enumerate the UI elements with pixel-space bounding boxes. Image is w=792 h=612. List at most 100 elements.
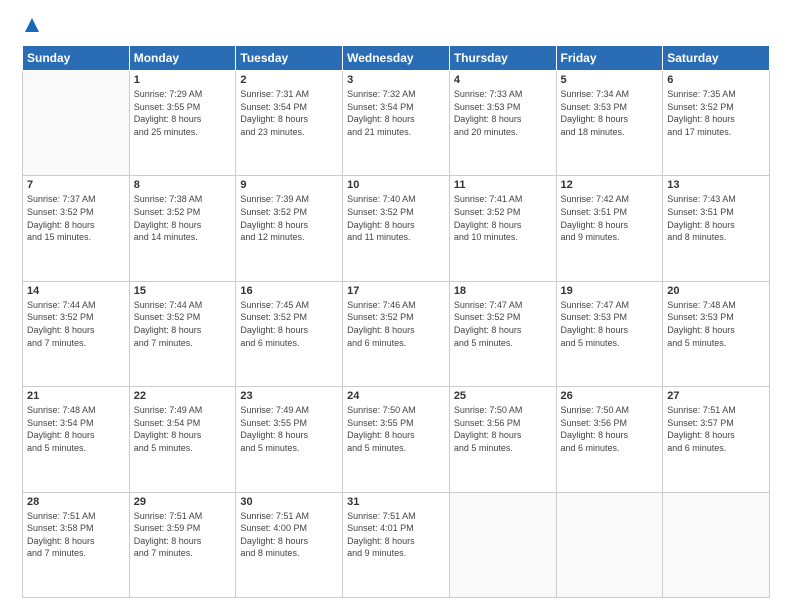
day-number: 2 — [240, 74, 338, 86]
day-number: 6 — [667, 74, 765, 86]
day-number: 14 — [27, 285, 125, 297]
day-number: 17 — [347, 285, 445, 297]
day-info: Sunrise: 7:47 AM Sunset: 3:53 PM Dayligh… — [561, 299, 659, 349]
day-number: 21 — [27, 390, 125, 402]
day-number: 9 — [240, 179, 338, 191]
calendar-week-row: 28 Sunrise: 7:51 AM Sunset: 3:58 PM Dayli… — [23, 492, 770, 597]
calendar-cell: 11 Sunrise: 7:41 AM Sunset: 3:52 PM Dayli… — [449, 176, 556, 281]
calendar-cell: 21 Sunrise: 7:48 AM Sunset: 3:54 PM Dayli… — [23, 387, 130, 492]
calendar-cell: 29 Sunrise: 7:51 AM Sunset: 3:59 PM Dayli… — [129, 492, 236, 597]
day-number: 25 — [454, 390, 552, 402]
day-info: Sunrise: 7:51 AM Sunset: 4:01 PM Dayligh… — [347, 510, 445, 560]
calendar-cell: 31 Sunrise: 7:51 AM Sunset: 4:01 PM Dayli… — [343, 492, 450, 597]
day-number: 29 — [134, 496, 232, 508]
calendar-cell: 20Sunrise: 7:48 AM Sunset: 3:53 PM Dayli… — [663, 281, 770, 386]
calendar-week-row: 21 Sunrise: 7:48 AM Sunset: 3:54 PM Dayli… — [23, 387, 770, 492]
calendar-cell: 7Sunrise: 7:37 AM Sunset: 3:52 PM Daylig… — [23, 176, 130, 281]
day-number: 30 — [240, 496, 338, 508]
day-info: Sunrise: 7:48 AM Sunset: 3:53 PM Dayligh… — [667, 299, 765, 349]
calendar-cell: 27 Sunrise: 7:51 AM Sunset: 3:57 PM Dayli… — [663, 387, 770, 492]
calendar-cell — [556, 492, 663, 597]
day-info: Sunrise: 7:50 AM Sunset: 3:56 PM Dayligh… — [561, 404, 659, 454]
logo-icon — [25, 18, 39, 32]
day-number: 5 — [561, 74, 659, 86]
day-info: Sunrise: 7:49 AM Sunset: 3:55 PM Dayligh… — [240, 404, 338, 454]
weekday-header-saturday: Saturday — [663, 46, 770, 71]
day-number: 1 — [134, 74, 232, 86]
day-number: 15 — [134, 285, 232, 297]
calendar-cell — [449, 492, 556, 597]
calendar: SundayMondayTuesdayWednesdayThursdayFrid… — [22, 45, 770, 598]
calendar-cell: 16 Sunrise: 7:45 AM Sunset: 3:52 PM Dayli… — [236, 281, 343, 386]
day-number: 3 — [347, 74, 445, 86]
calendar-cell: 2 Sunrise: 7:31 AM Sunset: 3:54 PM Daylig… — [236, 71, 343, 176]
day-info: Sunrise: 7:29 AM Sunset: 3:55 PM Dayligh… — [134, 88, 232, 138]
day-info: Sunrise: 7:35 AM Sunset: 3:52 PM Dayligh… — [667, 88, 765, 138]
day-info: Sunrise: 7:42 AM Sunset: 3:51 PM Dayligh… — [561, 193, 659, 243]
calendar-cell: 19 Sunrise: 7:47 AM Sunset: 3:53 PM Dayli… — [556, 281, 663, 386]
weekday-header-friday: Friday — [556, 46, 663, 71]
day-info: Sunrise: 7:44 AM Sunset: 3:52 PM Dayligh… — [27, 299, 125, 349]
day-info: Sunrise: 7:33 AM Sunset: 3:53 PM Dayligh… — [454, 88, 552, 138]
day-number: 16 — [240, 285, 338, 297]
day-info: Sunrise: 7:50 AM Sunset: 3:55 PM Dayligh… — [347, 404, 445, 454]
day-info: Sunrise: 7:32 AM Sunset: 3:54 PM Dayligh… — [347, 88, 445, 138]
weekday-header-sunday: Sunday — [23, 46, 130, 71]
calendar-cell: 1 Sunrise: 7:29 AM Sunset: 3:55 PM Daylig… — [129, 71, 236, 176]
day-number: 4 — [454, 74, 552, 86]
weekday-header-tuesday: Tuesday — [236, 46, 343, 71]
day-info: Sunrise: 7:47 AM Sunset: 3:52 PM Dayligh… — [454, 299, 552, 349]
day-number: 28 — [27, 496, 125, 508]
calendar-cell: 15Sunrise: 7:44 AM Sunset: 3:52 PM Dayli… — [129, 281, 236, 386]
day-info: Sunrise: 7:51 AM Sunset: 3:58 PM Dayligh… — [27, 510, 125, 560]
calendar-cell: 3 Sunrise: 7:32 AM Sunset: 3:54 PM Daylig… — [343, 71, 450, 176]
calendar-cell: 14 Sunrise: 7:44 AM Sunset: 3:52 PM Dayli… — [23, 281, 130, 386]
day-info: Sunrise: 7:41 AM Sunset: 3:52 PM Dayligh… — [454, 193, 552, 243]
calendar-cell: 9 Sunrise: 7:39 AM Sunset: 3:52 PM Daylig… — [236, 176, 343, 281]
day-info: Sunrise: 7:48 AM Sunset: 3:54 PM Dayligh… — [27, 404, 125, 454]
calendar-cell — [663, 492, 770, 597]
day-number: 11 — [454, 179, 552, 191]
calendar-cell: 13Sunrise: 7:43 AM Sunset: 3:51 PM Dayli… — [663, 176, 770, 281]
calendar-cell: 8 Sunrise: 7:38 AM Sunset: 3:52 PM Daylig… — [129, 176, 236, 281]
calendar-cell: 30 Sunrise: 7:51 AM Sunset: 4:00 PM Dayli… — [236, 492, 343, 597]
calendar-cell: 22 Sunrise: 7:49 AM Sunset: 3:54 PM Dayli… — [129, 387, 236, 492]
day-number: 27 — [667, 390, 765, 402]
calendar-cell: 6 Sunrise: 7:35 AM Sunset: 3:52 PM Daylig… — [663, 71, 770, 176]
day-info: Sunrise: 7:49 AM Sunset: 3:54 PM Dayligh… — [134, 404, 232, 454]
day-info: Sunrise: 7:38 AM Sunset: 3:52 PM Dayligh… — [134, 193, 232, 243]
page: SundayMondayTuesdayWednesdayThursdayFrid… — [0, 0, 792, 612]
day-info: Sunrise: 7:51 AM Sunset: 3:59 PM Dayligh… — [134, 510, 232, 560]
calendar-week-row: 14 Sunrise: 7:44 AM Sunset: 3:52 PM Dayli… — [23, 281, 770, 386]
calendar-cell: 25Sunrise: 7:50 AM Sunset: 3:56 PM Dayli… — [449, 387, 556, 492]
calendar-cell: 4 Sunrise: 7:33 AM Sunset: 3:53 PM Daylig… — [449, 71, 556, 176]
day-info: Sunrise: 7:51 AM Sunset: 4:00 PM Dayligh… — [240, 510, 338, 560]
day-number: 22 — [134, 390, 232, 402]
header — [22, 18, 770, 35]
day-number: 26 — [561, 390, 659, 402]
weekday-header-thursday: Thursday — [449, 46, 556, 71]
day-info: Sunrise: 7:51 AM Sunset: 3:57 PM Dayligh… — [667, 404, 765, 454]
calendar-cell: 12 Sunrise: 7:42 AM Sunset: 3:51 PM Dayli… — [556, 176, 663, 281]
calendar-cell: 5 Sunrise: 7:34 AM Sunset: 3:53 PM Daylig… — [556, 71, 663, 176]
day-number: 19 — [561, 285, 659, 297]
day-number: 12 — [561, 179, 659, 191]
day-info: Sunrise: 7:34 AM Sunset: 3:53 PM Dayligh… — [561, 88, 659, 138]
day-number: 8 — [134, 179, 232, 191]
day-info: Sunrise: 7:39 AM Sunset: 3:52 PM Dayligh… — [240, 193, 338, 243]
calendar-cell: 10Sunrise: 7:40 AM Sunset: 3:52 PM Dayli… — [343, 176, 450, 281]
calendar-cell: 24 Sunrise: 7:50 AM Sunset: 3:55 PM Dayli… — [343, 387, 450, 492]
weekday-header-row: SundayMondayTuesdayWednesdayThursdayFrid… — [23, 46, 770, 71]
day-number: 23 — [240, 390, 338, 402]
day-number: 31 — [347, 496, 445, 508]
day-number: 7 — [27, 179, 125, 191]
day-number: 13 — [667, 179, 765, 191]
day-info: Sunrise: 7:31 AM Sunset: 3:54 PM Dayligh… — [240, 88, 338, 138]
logo — [22, 18, 39, 35]
calendar-week-row: 7Sunrise: 7:37 AM Sunset: 3:52 PM Daylig… — [23, 176, 770, 281]
calendar-cell: 26 Sunrise: 7:50 AM Sunset: 3:56 PM Dayli… — [556, 387, 663, 492]
calendar-cell: 23 Sunrise: 7:49 AM Sunset: 3:55 PM Dayli… — [236, 387, 343, 492]
calendar-cell: 28 Sunrise: 7:51 AM Sunset: 3:58 PM Dayli… — [23, 492, 130, 597]
day-number: 24 — [347, 390, 445, 402]
day-info: Sunrise: 7:45 AM Sunset: 3:52 PM Dayligh… — [240, 299, 338, 349]
